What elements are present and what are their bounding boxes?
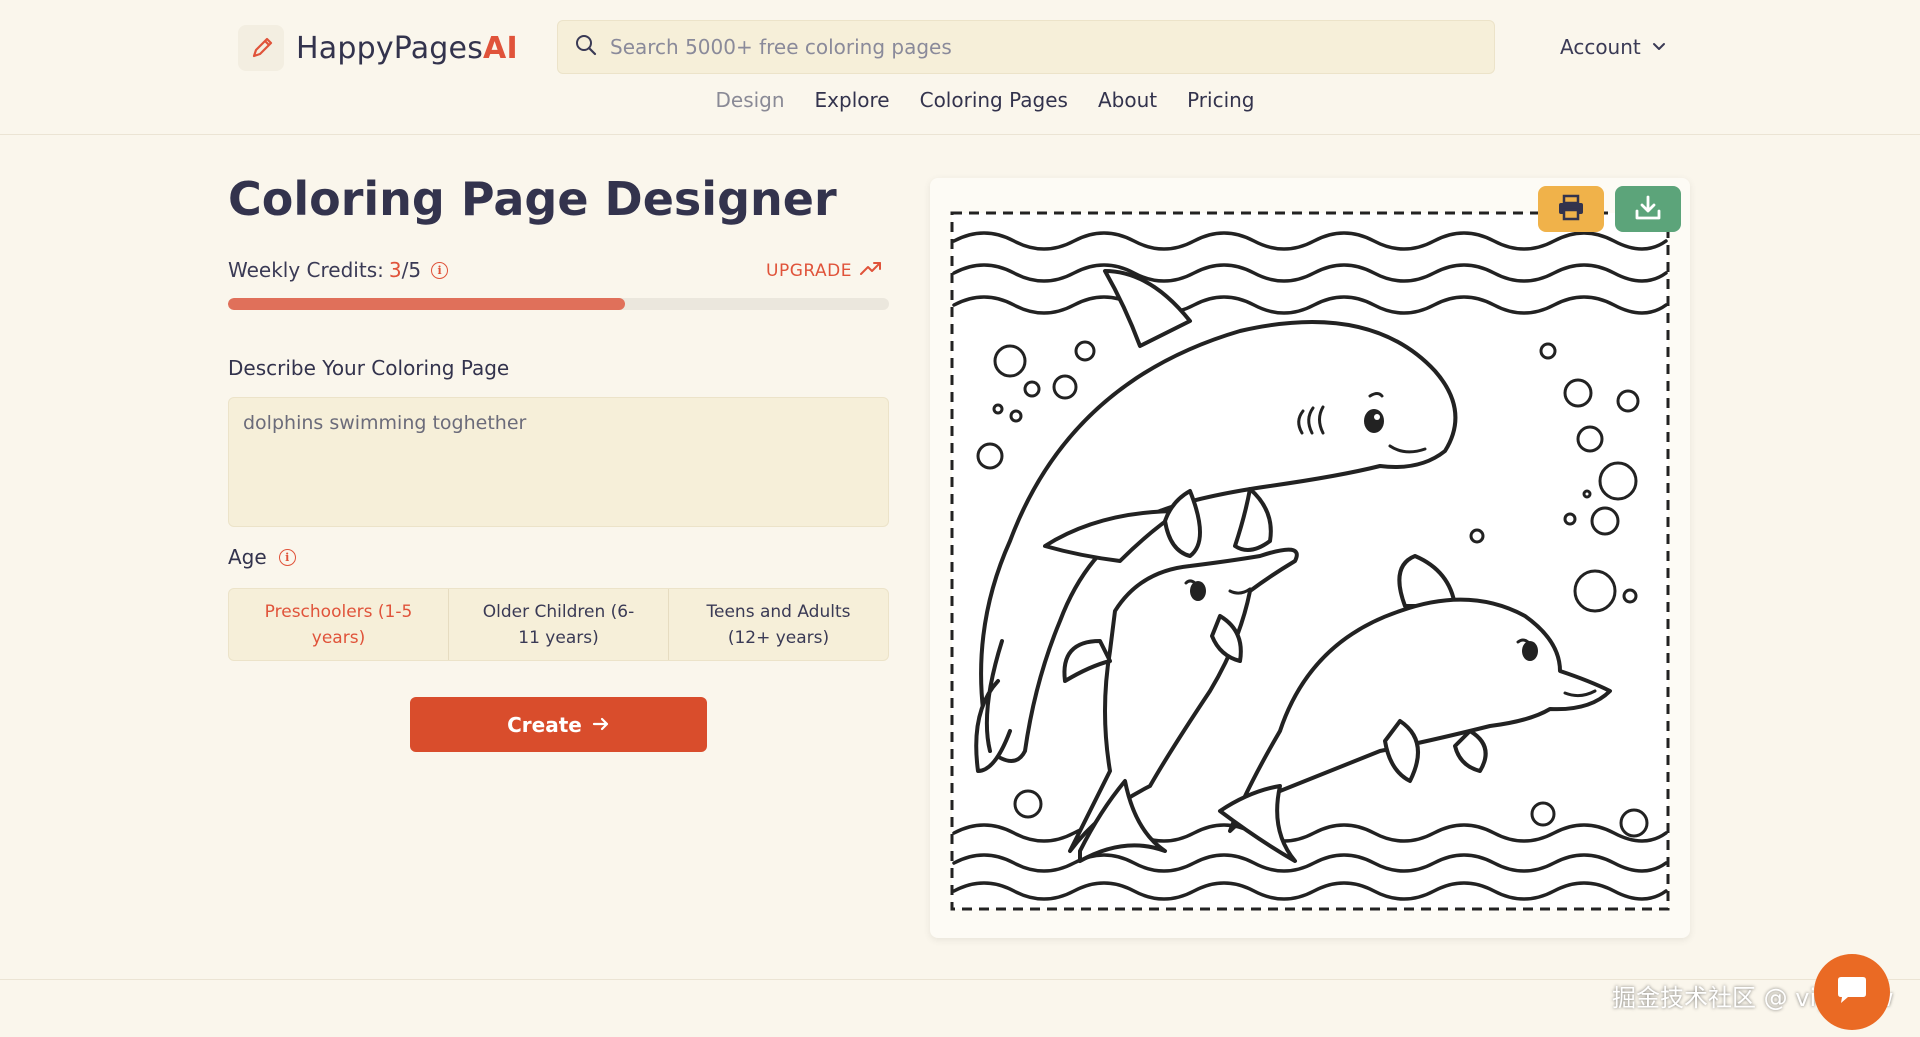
credits-total: /5 (401, 258, 422, 282)
age-selector: Preschoolers (1-5 years) Older Children … (228, 588, 889, 661)
age-option-preschoolers[interactable]: Preschoolers (1-5 years) (229, 589, 449, 660)
credits-used: 3 (388, 258, 402, 282)
nav-item-about[interactable]: About (1098, 88, 1157, 122)
pencil-icon (238, 25, 284, 71)
site-header: HappyPagesAI Account Design Explore Colo… (0, 0, 1920, 135)
account-menu[interactable]: Account (1560, 30, 1667, 64)
printer-icon (1556, 194, 1586, 225)
nav-item-explore[interactable]: Explore (815, 88, 890, 122)
describe-input[interactable] (228, 397, 889, 527)
upgrade-link[interactable]: UPGRADE (766, 260, 882, 281)
print-button[interactable] (1538, 186, 1604, 232)
age-option-teens-adults[interactable]: Teens and Adults (12+ years) (669, 589, 888, 660)
coloring-page-preview (930, 178, 1690, 938)
create-button[interactable]: Create (410, 697, 707, 752)
download-button[interactable] (1615, 186, 1681, 232)
age-info-icon[interactable]: i (278, 548, 296, 566)
arrow-right-icon (592, 713, 610, 737)
download-icon (1633, 194, 1663, 225)
nav-item-design[interactable]: Design (715, 88, 784, 122)
dolphin-coloring-image (950, 211, 1670, 911)
upgrade-label: UPGRADE (766, 260, 852, 281)
credits-progress-bar (228, 298, 889, 310)
chat-icon (1834, 975, 1870, 1009)
nav-item-coloring-pages[interactable]: Coloring Pages (920, 88, 1068, 122)
search-input[interactable] (610, 35, 1470, 59)
info-icon[interactable]: i (431, 261, 449, 279)
trending-up-icon (859, 260, 882, 281)
age-label: Age i (228, 545, 296, 569)
credits-progress-fill (228, 298, 625, 310)
nav-item-pricing[interactable]: Pricing (1187, 88, 1254, 122)
weekly-credits: Weekly Credits: 3/5 i (228, 258, 449, 282)
chat-button[interactable] (1814, 954, 1890, 1030)
credits-label: Weekly Credits: (228, 258, 384, 282)
brand-logo[interactable]: HappyPagesAI (238, 22, 518, 74)
search-bar[interactable] (557, 20, 1495, 74)
age-label-text: Age (228, 545, 267, 569)
brand-name: HappyPagesAI (296, 30, 518, 66)
page-title: Coloring Page Designer (228, 172, 837, 226)
age-option-older-children[interactable]: Older Children (6-11 years) (449, 589, 669, 660)
account-label: Account (1560, 35, 1641, 59)
main-nav: Design Explore Coloring Pages About Pric… (0, 88, 1920, 122)
chevron-down-icon (1651, 35, 1667, 59)
search-icon (574, 33, 598, 61)
describe-label: Describe Your Coloring Page (228, 356, 510, 380)
create-label: Create (507, 712, 582, 737)
